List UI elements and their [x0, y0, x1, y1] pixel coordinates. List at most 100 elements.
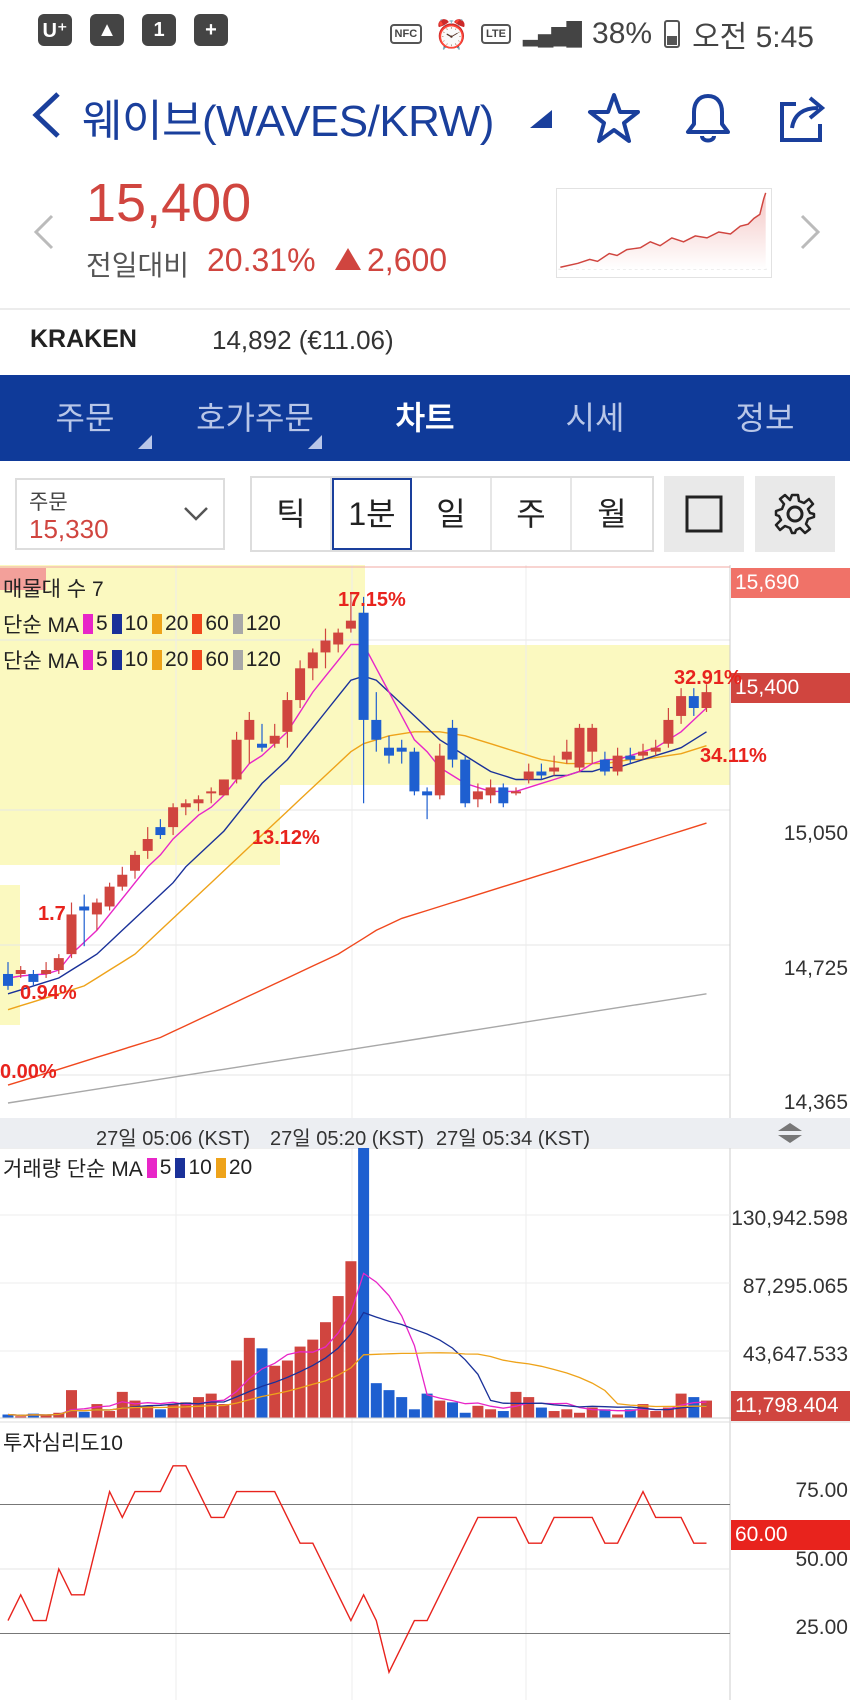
coin-title[interactable]: 웨이브(WAVES/KRW)	[82, 85, 494, 149]
tab-chart[interactable]: 차트	[340, 375, 510, 461]
volume-profile-pct: 0.94%	[20, 982, 77, 1004]
volume-bar	[396, 1397, 408, 1418]
order-value: 15,330	[29, 514, 109, 544]
period-month[interactable]: 월	[572, 478, 652, 550]
bell-icon[interactable]	[680, 90, 736, 146]
volume-bar	[281, 1360, 293, 1418]
period-day[interactable]: 일	[412, 478, 492, 550]
ma-legend-2: 단순 MA 5 10 20 60 120	[3, 645, 281, 675]
tab-orderbook-order[interactable]: 호가주문	[170, 375, 340, 461]
gear-icon	[774, 493, 816, 535]
title-caret-icon[interactable]	[530, 110, 552, 128]
tab-label: 호가주문	[196, 400, 314, 436]
price-axis-label: 14,365	[783, 1091, 848, 1114]
volume-profile-legend: 매물대 수 7	[3, 573, 104, 603]
legend-text: 매물대 수 7	[3, 578, 104, 601]
volume-bar	[523, 1397, 535, 1418]
volume-bar	[78, 1411, 90, 1418]
exchange-price: 14,892 (€11.06)	[212, 325, 394, 355]
lte-icon: LTE	[481, 24, 511, 44]
period-1min[interactable]: 1분	[332, 478, 412, 550]
volume-bar	[434, 1400, 446, 1418]
candle-body	[269, 735, 280, 744]
next-coin-icon[interactable]	[796, 212, 824, 252]
volume-bar	[383, 1390, 395, 1418]
price-axis-label: 15,050	[783, 822, 848, 845]
candle-body	[155, 827, 166, 836]
status-bar: U⁺ ▲ 1 + NFC ⏰ LTE ▂▄▆█ 38% 오전 5:45	[0, 0, 850, 60]
vol-ma20-label: 20	[228, 1156, 253, 1179]
settings-button[interactable]	[755, 476, 835, 552]
period-tick[interactable]: 틱	[252, 478, 332, 550]
volume-axis-label: 130,942.598	[731, 1207, 848, 1230]
candle-body	[409, 751, 420, 792]
vol-ma5-swatch	[146, 1158, 157, 1178]
candle-body	[345, 620, 356, 629]
square-icon	[685, 495, 723, 533]
candle-body	[549, 767, 560, 772]
candle-body	[460, 759, 471, 804]
order-label: 주문	[29, 491, 68, 514]
volume-bar	[497, 1411, 509, 1418]
submenu-corner-icon	[308, 435, 322, 449]
chart-area[interactable]: 매물대 수 7 단순 MA 5 10 20 60 120 단순 MA 5 10 …	[0, 565, 850, 1700]
volume-bar	[561, 1409, 573, 1418]
sentiment-current-tag: 60.00	[731, 1520, 850, 1550]
tab-info[interactable]: 정보	[680, 375, 850, 461]
nfc-icon: NFC	[389, 24, 423, 44]
ma5-swatch	[82, 650, 93, 670]
volume-bar	[256, 1348, 268, 1418]
star-icon[interactable]	[586, 90, 642, 146]
volume-bar	[447, 1402, 458, 1418]
vol-ma10-label: 10	[188, 1156, 212, 1179]
app-header: 웨이브(WAVES/KRW)	[0, 70, 850, 160]
fullscreen-button[interactable]	[664, 476, 744, 552]
volume-bar	[154, 1409, 166, 1418]
candle-body	[53, 958, 64, 971]
sentiment-axis-label: 75.00	[795, 1479, 848, 1502]
order-price-select[interactable]: 주문 15,330	[15, 478, 225, 550]
volume-bar	[459, 1412, 471, 1418]
volume-bar	[358, 1148, 370, 1418]
candle-body	[117, 874, 128, 887]
candle-body	[422, 791, 433, 796]
volume-bar	[332, 1296, 344, 1418]
vol-ma5-label: 5	[159, 1156, 172, 1179]
candle-body	[625, 755, 636, 760]
candle-body	[574, 727, 585, 768]
volume-profile-zone	[0, 885, 20, 1025]
time-label: 27일 05:34 (KST)	[436, 1128, 591, 1150]
candle-body	[91, 902, 102, 915]
resize-handle-icon[interactable]	[776, 1122, 804, 1144]
candle-body	[358, 612, 369, 720]
tab-label: 시세	[565, 400, 625, 436]
sentiment-axis-label: 25.00	[795, 1616, 848, 1639]
volume-bar	[701, 1400, 712, 1418]
volume-bar	[650, 1411, 662, 1418]
tab-quotes[interactable]: 시세	[510, 375, 680, 461]
volume-bar	[535, 1407, 547, 1418]
volume-bar	[269, 1365, 281, 1418]
time-label: 27일 05:20 (KST)	[270, 1128, 425, 1150]
candle-body	[257, 743, 267, 748]
share-icon[interactable]	[774, 90, 830, 146]
prev-coin-icon[interactable]	[30, 212, 58, 252]
candle-body	[688, 696, 699, 709]
volume-bar	[320, 1322, 331, 1418]
main-tabs: 주문 호가주문 차트 시세 정보	[0, 375, 850, 461]
clock: 오전 5:45	[692, 21, 814, 54]
gallery-icon: ▲	[90, 14, 124, 46]
sparkline-chart[interactable]	[556, 188, 772, 278]
volume-profile-pct: 32.91%	[674, 667, 742, 689]
ma120-swatch	[232, 650, 243, 670]
candle-body	[3, 973, 13, 986]
tab-order[interactable]: 주문	[0, 375, 170, 461]
candle-body	[536, 771, 547, 776]
period-week[interactable]: 주	[492, 478, 572, 550]
candle-body	[676, 696, 687, 716]
candle-body	[498, 787, 509, 804]
candle-body	[307, 652, 318, 669]
back-arrow-icon[interactable]	[28, 90, 68, 140]
volume-bar	[307, 1339, 319, 1418]
candle-body	[142, 839, 153, 851]
